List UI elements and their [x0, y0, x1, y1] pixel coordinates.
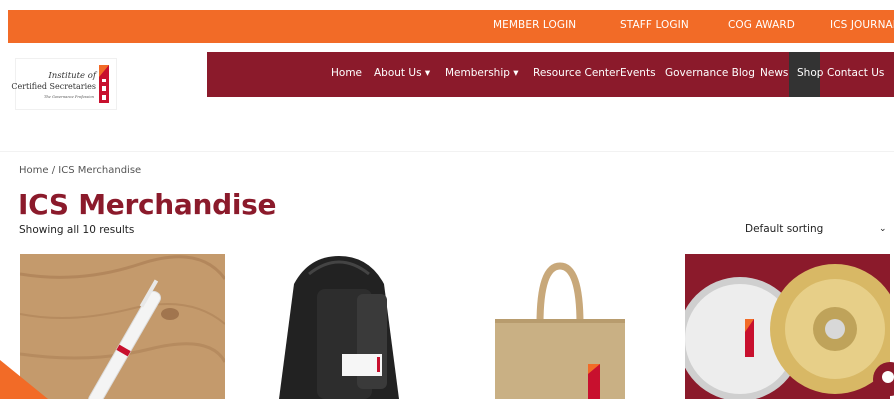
ics-mark-icon	[99, 65, 109, 103]
nav-resource-center[interactable]: Resource Center	[533, 67, 620, 79]
chevron-down-icon[interactable]: ⌄	[879, 224, 887, 234]
chevron-down-icon: ▾	[513, 67, 519, 79]
divider	[0, 151, 894, 152]
nav-about-us[interactable]: About Us ▾	[374, 67, 430, 79]
nav-shop[interactable]: Shop	[797, 67, 823, 79]
nav-events[interactable]: Events	[620, 67, 656, 79]
ics-journal-link[interactable]: ICS JOURNAL	[830, 19, 894, 31]
product-card-backpack[interactable]	[239, 254, 444, 399]
jute-bag-image	[460, 254, 665, 399]
breadcrumb[interactable]: Home / ICS Merchandise	[19, 165, 141, 176]
product-card-jute-bag[interactable]	[460, 254, 665, 399]
corner-decoration	[0, 360, 48, 399]
nav-governance-blog[interactable]: Governance Blog	[665, 67, 755, 79]
nav-news[interactable]: News	[760, 67, 788, 79]
ics-logo[interactable]: Institute of Certified Secretaries The G…	[11, 58, 117, 110]
member-login-link[interactable]: MEMBER LOGIN	[493, 19, 576, 31]
nav-membership[interactable]: Membership ▾	[445, 67, 519, 79]
results-count: Showing all 10 results	[19, 224, 135, 236]
backpack-image	[239, 254, 444, 399]
sorting-select[interactable]: Default sorting	[745, 223, 823, 235]
page: MEMBER LOGIN STAFF LOGIN COG AWARD ICS J…	[0, 0, 894, 399]
chat-icon	[882, 371, 894, 383]
logo-line-3: The Governance Profession	[43, 95, 94, 99]
nav-about-us-label: About Us	[374, 67, 422, 79]
pen-image	[20, 254, 225, 399]
logo-line-2: Certified Secretaries	[11, 82, 96, 91]
nav-home[interactable]: Home	[331, 67, 362, 79]
product-card-badge[interactable]	[685, 254, 890, 399]
main-nav: Home About Us ▾ Membership ▾ Resource Ce…	[207, 52, 894, 97]
top-bar: MEMBER LOGIN STAFF LOGIN COG AWARD ICS J…	[8, 10, 894, 43]
nav-contact-us[interactable]: Contact Us	[827, 67, 884, 79]
product-card-pen[interactable]	[20, 254, 225, 399]
cog-award-link[interactable]: COG AWARD	[728, 19, 795, 31]
page-title: ICS Merchandise	[18, 188, 277, 221]
badge-image	[685, 254, 890, 399]
chevron-down-icon: ▾	[424, 67, 431, 79]
nav-membership-label: Membership	[445, 67, 510, 79]
logo-line-1: Institute of	[48, 71, 96, 81]
staff-login-link[interactable]: STAFF LOGIN	[620, 19, 689, 31]
